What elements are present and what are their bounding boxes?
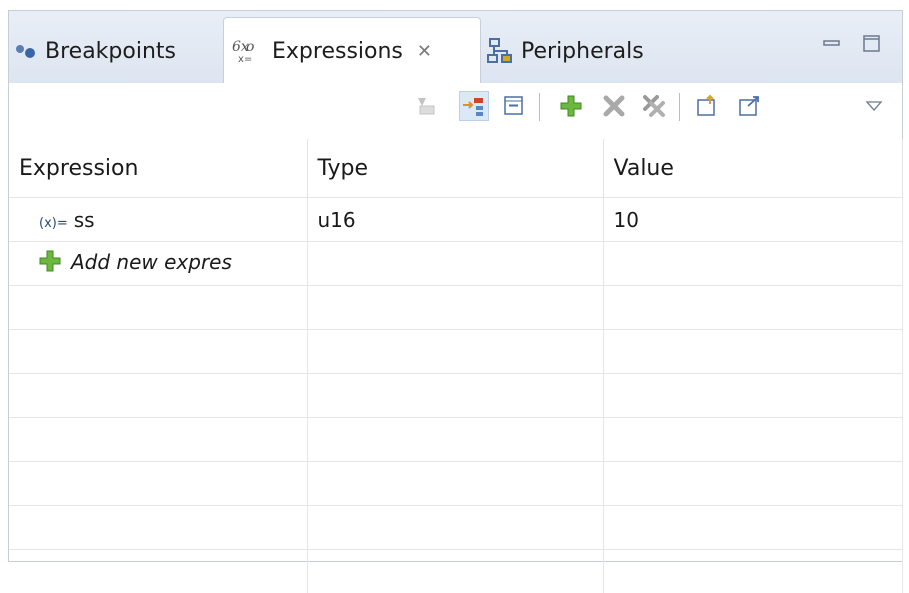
peripherals-icon <box>487 38 513 64</box>
empty-row <box>9 286 902 330</box>
expression-cell[interactable]: (x)= ss <box>9 198 307 242</box>
add-expression-placeholder: Add new expres <box>71 250 232 274</box>
column-header-expression[interactable]: Expression <box>9 139 307 198</box>
view-menu-icon[interactable] <box>859 91 889 121</box>
variable-icon: (x)= <box>39 216 68 231</box>
empty-row <box>9 374 902 418</box>
toolbar-separator <box>679 93 680 121</box>
layout-toggle-icon[interactable] <box>459 91 489 121</box>
empty-row <box>9 418 902 462</box>
expressions-table: Expression Type Value (x)= ss u16 10 Add … <box>9 139 903 593</box>
table-header-row: Expression Type Value <box>9 139 902 198</box>
empty-row <box>9 506 902 550</box>
view-toolbar <box>9 83 902 145</box>
svg-text:o: o <box>246 39 254 55</box>
add-expression-icon[interactable] <box>556 91 586 121</box>
minimize-icon[interactable] <box>821 33 843 55</box>
value-cell[interactable]: 10 <box>603 198 902 242</box>
tab-peripherals[interactable]: Peripherals <box>487 21 644 81</box>
empty-row <box>9 550 902 593</box>
add-icon <box>39 250 61 277</box>
table-row[interactable]: (x)= ss u16 10 <box>9 198 902 242</box>
empty-row <box>9 462 902 506</box>
type-cell: u16 <box>307 198 603 242</box>
tab-label: Peripherals <box>521 39 644 64</box>
view-tab-bar: Breakpoints 6xox= Expressions ✕ Peripher… <box>9 11 902 84</box>
empty-cell <box>603 242 902 286</box>
expressions-icon: 6xox= <box>232 38 264 64</box>
empty-row <box>9 330 902 374</box>
show-type-names-icon[interactable] <box>411 91 441 121</box>
add-expression-cell[interactable]: Add new expres <box>9 242 307 286</box>
tab-expressions[interactable]: 6xox= Expressions ✕ <box>223 17 481 84</box>
close-icon[interactable]: ✕ <box>417 41 432 62</box>
remove-all-icon[interactable] <box>639 91 669 121</box>
breakpoints-icon <box>15 44 37 58</box>
tab-label: Expressions <box>272 39 403 64</box>
expressions-view: Breakpoints 6xox= Expressions ✕ Peripher… <box>8 10 903 562</box>
export-icon[interactable] <box>735 91 765 121</box>
maximize-icon[interactable] <box>861 33 883 55</box>
column-header-value[interactable]: Value <box>603 139 902 198</box>
empty-cell <box>307 242 603 286</box>
remove-icon[interactable] <box>599 91 629 121</box>
tab-breakpoints[interactable]: Breakpoints <box>15 21 176 81</box>
add-expression-row[interactable]: Add new expres <box>9 242 902 286</box>
toolbar-separator <box>539 93 540 121</box>
tab-label: Breakpoints <box>45 39 176 64</box>
expression-name: ss <box>74 208 95 232</box>
column-header-type[interactable]: Type <box>307 139 603 198</box>
import-icon[interactable] <box>693 91 723 121</box>
svg-text:x=: x= <box>238 54 252 64</box>
collapse-all-icon[interactable] <box>499 91 529 121</box>
